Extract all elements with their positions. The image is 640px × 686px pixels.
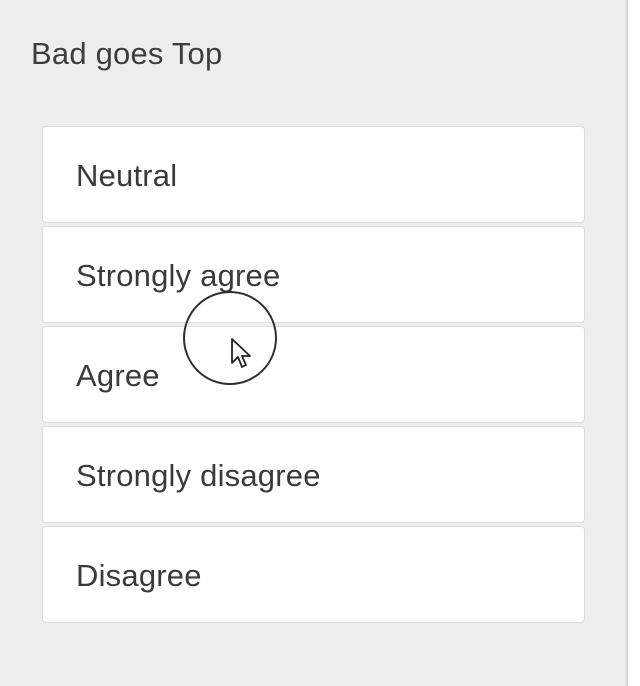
ranking-item-neutral[interactable]: Neutral: [42, 126, 585, 223]
ranking-item-agree[interactable]: Agree: [42, 326, 585, 423]
question-title: Bad goes Top: [31, 36, 223, 71]
ranking-list: Neutral Strongly agree Agree Strongly di…: [42, 126, 585, 626]
ranking-item-disagree[interactable]: Disagree: [42, 526, 585, 623]
ranking-item-label: Agree: [76, 358, 160, 393]
ranking-item-strongly-agree[interactable]: Strongly agree: [42, 226, 585, 323]
ranking-item-label: Disagree: [76, 558, 202, 593]
ranking-item-strongly-disagree[interactable]: Strongly disagree: [42, 426, 585, 523]
ranking-item-label: Strongly agree: [76, 258, 281, 293]
ranking-item-label: Neutral: [76, 158, 178, 193]
ranking-item-label: Strongly disagree: [76, 458, 321, 493]
ranking-question-panel: Bad goes Top Neutral Strongly agree Agre…: [0, 0, 628, 686]
